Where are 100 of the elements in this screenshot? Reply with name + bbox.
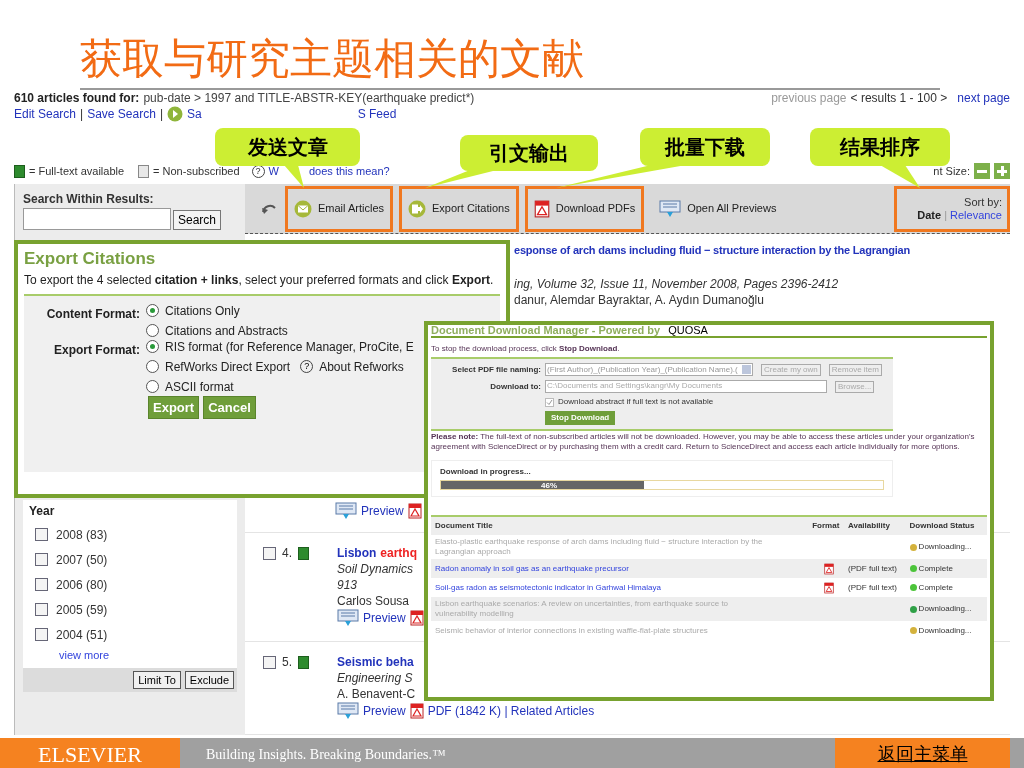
- save-search-link[interactable]: Save Search: [87, 106, 156, 122]
- progress-label: Download in progress...: [440, 467, 532, 477]
- year-checkbox[interactable]: [35, 628, 48, 641]
- article-title-link[interactable]: Lisbon: [337, 545, 377, 561]
- export-action-button[interactable]: Export Citations: [399, 185, 519, 232]
- radio-label: Citations Only: [165, 303, 240, 318]
- document-title: Seismic behavior of interior connections in existing waffle-flat-plate structures: [434, 625, 709, 636]
- document-title-link[interactable]: Soil-gas radon as seismotectonic indicator in Garhwal Himalaya: [431, 582, 813, 593]
- limit-to-button[interactable]: Limit To: [133, 670, 181, 689]
- article-checkbox[interactable]: [263, 656, 276, 669]
- pdf-icon: [407, 503, 422, 519]
- slide-title: 获取与研究主题相关的文献: [80, 30, 940, 90]
- exclude-button[interactable]: Exclude: [184, 670, 234, 689]
- download-status: Downloading...: [918, 625, 972, 636]
- preview-link[interactable]: Preview: [363, 703, 406, 719]
- download-to-label: Download to:: [489, 381, 541, 392]
- download-status: Downloading...: [918, 604, 972, 614]
- document-title-link[interactable]: Radon anomaly in soil gas as an earthquake precursor: [431, 563, 813, 574]
- preview-icon: [337, 702, 359, 720]
- preview-icon: [335, 502, 357, 520]
- radio-label: RefWorks Direct Export: [165, 359, 291, 374]
- column-header: Document Title: [434, 521, 494, 531]
- sort-option[interactable]: Relevance: [950, 208, 1002, 222]
- help-link[interactable]: W: [268, 163, 279, 179]
- preview-icon: [659, 199, 682, 218]
- sort-label: Sort by:: [964, 195, 1002, 209]
- about-refworks-link[interactable]: About Refworks: [319, 359, 404, 374]
- full-text-icon: [14, 164, 25, 178]
- radio-button[interactable]: [146, 360, 159, 373]
- rss-feed-link[interactable]: S Feed: [357, 106, 397, 122]
- increase-font-icon[interactable]: [994, 163, 1010, 179]
- article-authors: A. Benavent-C: [337, 686, 417, 702]
- pdf-related-links[interactable]: PDF (1842 K) | Related Articles: [427, 703, 595, 719]
- quosa-logo: QUOSA: [668, 325, 708, 335]
- format-label: Export Format:: [53, 341, 141, 359]
- stop-instruction: To stop the download process, click Stop Download.: [431, 344, 621, 354]
- year-checkbox[interactable]: [35, 553, 48, 566]
- article-authors: danur, Alemdar Bayraktar, A. Aydın Dumanoğlu: [514, 292, 765, 308]
- envelope-icon: [294, 199, 312, 218]
- full-text-icon: [298, 547, 309, 560]
- search-label: Search Within Results:: [23, 191, 155, 208]
- naming-label: Select PDF file naming:: [451, 364, 541, 375]
- sort-option[interactable]: Date: [917, 208, 942, 222]
- legend-text: = Full-text available: [29, 164, 125, 179]
- availability-text: (PDF full text): [848, 582, 897, 592]
- font-size-label: nt Size:: [933, 164, 970, 179]
- link-separator: |: [159, 106, 163, 122]
- footer-tagline: Building Insights. Breaking Boundaries.™: [205, 746, 447, 764]
- search-within-field[interactable]: [23, 208, 171, 230]
- radio-button[interactable]: [146, 340, 159, 353]
- preview-link[interactable]: Preview: [361, 502, 404, 520]
- abstract-checkbox[interactable]: [545, 397, 554, 407]
- decrease-font-icon[interactable]: [974, 163, 990, 179]
- article-source: Soil Dynamics: [337, 561, 415, 577]
- year-option: 2004 (51): [56, 625, 108, 644]
- help-link[interactable]: does this mean?: [309, 163, 390, 179]
- article-checkbox[interactable]: [263, 547, 276, 560]
- document-title: Elasto-plastic earthquake response of arch dams including fluid − structure interaction by the Lagrangian approach: [434, 537, 764, 557]
- next-page-link[interactable]: next page: [957, 90, 1010, 106]
- year-checkbox[interactable]: [35, 578, 48, 591]
- availability-text: (PDF full text): [848, 563, 897, 573]
- article-source: 913: [337, 577, 359, 593]
- radio-button[interactable]: [146, 380, 159, 393]
- legend-text: = Non-subscribed: [153, 164, 240, 179]
- year-option: 2007 (50): [56, 550, 108, 569]
- dialog-title: Document Download Manager - Powered by: [431, 325, 661, 335]
- save-alert-link[interactable]: Sa: [187, 106, 202, 122]
- column-header: Format: [812, 521, 841, 531]
- article-title-link[interactable]: esponse of arch dams including fluid − structure interaction by the Lagrangian: [514, 242, 1010, 258]
- search-button[interactable]: Search: [173, 210, 222, 230]
- preview-action-button[interactable]: Open All Previews: [650, 185, 786, 232]
- pdf-action-button[interactable]: Download PDFs: [524, 185, 645, 232]
- progress-reading: 46%: [541, 481, 557, 490]
- preview-link[interactable]: Preview: [363, 610, 406, 626]
- dialog-intro: To export the 4 selected citation + links, select your preferred formats and click Export.: [24, 271, 495, 288]
- email-action-button[interactable]: Email Articles: [285, 185, 394, 232]
- callout-pointer: [880, 165, 920, 188]
- radio-button[interactable]: [146, 304, 159, 317]
- results-range: < results 1 - 100 >: [850, 90, 948, 106]
- view-more-link[interactable]: view more: [59, 647, 231, 664]
- article-number: 4.: [282, 545, 292, 561]
- article-source: ing, Volume 32, Issue 11, November 2008, Pages 2396-2412: [514, 276, 840, 292]
- download-status: Complete: [918, 563, 953, 574]
- year-checkbox[interactable]: [35, 528, 48, 541]
- radio-label: Citations and Abstracts: [165, 323, 288, 338]
- radio-label: RIS format (for Reference Manager, ProCite, E: [165, 339, 414, 354]
- edit-search-link[interactable]: Edit Search: [14, 106, 77, 122]
- year-option: 2008 (83): [56, 525, 108, 544]
- radio-button[interactable]: [146, 324, 159, 337]
- preview-icon: [337, 609, 359, 627]
- non-subscribed-icon: [138, 164, 150, 178]
- article-number: 5.: [282, 654, 292, 670]
- year-option: 2006 (80): [56, 575, 108, 594]
- article-title-link[interactable]: Seismic beha: [337, 654, 414, 670]
- callout-label: 批量下载: [640, 128, 770, 166]
- year-checkbox[interactable]: [35, 603, 48, 616]
- download-status: Downloading...: [918, 542, 972, 552]
- article-authors: Carlos Sousa: [337, 593, 411, 609]
- format-label: Content Format:: [45, 305, 141, 323]
- elsevier-logo: ELSEVIER: [0, 738, 180, 768]
